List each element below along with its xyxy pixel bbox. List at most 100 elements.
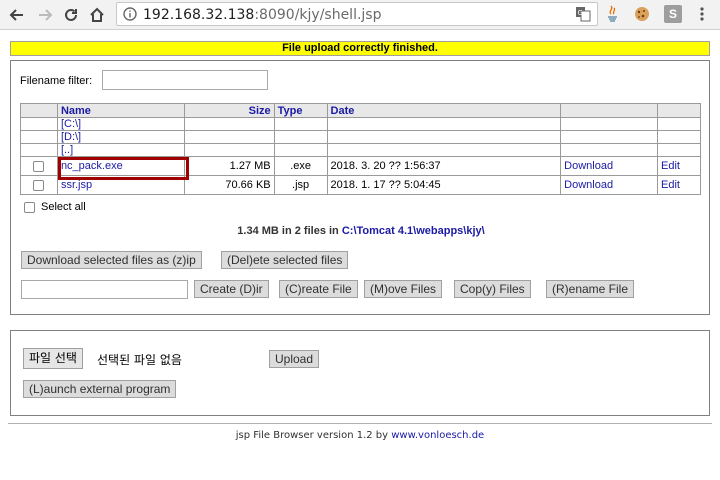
cell-file-name: nc_pack.exe bbox=[56, 156, 185, 176]
header-name-label: Name bbox=[60, 104, 91, 117]
table-header: Name Size Type Date bbox=[20, 103, 701, 118]
arrow-right-icon bbox=[39, 9, 53, 21]
cell-file-date: 2018. 3. 20 ?? 1:56:37 bbox=[326, 156, 562, 176]
home-button[interactable] bbox=[86, 4, 108, 26]
header-checkbox-col bbox=[20, 103, 58, 118]
table-row-dir: [C:\] bbox=[20, 117, 701, 131]
cell-empty bbox=[326, 143, 562, 157]
forward-button[interactable] bbox=[34, 4, 56, 26]
dir-link-d[interactable]: [D:\] bbox=[61, 131, 81, 143]
cell-empty bbox=[273, 117, 328, 131]
status-banner: File upload correctly finished. bbox=[10, 41, 710, 56]
cell-empty bbox=[560, 130, 659, 144]
upload-panel: 파일 선택 선택된 파일 없음 Upload (L)aunch external… bbox=[10, 330, 710, 416]
cell-empty bbox=[183, 143, 275, 157]
cell-download: Download bbox=[560, 156, 659, 176]
summary-path: C:\Tomcat 4.1\webapps\kjy\ bbox=[341, 225, 485, 237]
copy-files-button[interactable]: Cop(y) Files bbox=[454, 280, 531, 298]
table-row-file: ssr.jsp 70.66 KB .jsp 2018. 1. 17 ?? 5:0… bbox=[20, 175, 701, 195]
header-type[interactable]: Type bbox=[273, 103, 328, 118]
cell-file-type: .exe bbox=[273, 156, 328, 176]
s-extension-icon[interactable]: S bbox=[664, 5, 682, 23]
reload-button[interactable] bbox=[60, 4, 82, 26]
back-button[interactable] bbox=[6, 4, 28, 26]
header-edit-col bbox=[657, 103, 701, 118]
dir-link-parent[interactable]: [..] bbox=[61, 144, 73, 156]
header-type-label: Type bbox=[277, 104, 303, 117]
delete-files-button[interactable]: (Del)ete selected files bbox=[221, 251, 349, 269]
svg-text:G: G bbox=[578, 9, 583, 17]
upload-button[interactable]: Upload bbox=[269, 350, 320, 368]
cell-file-size: 1.27 MB bbox=[183, 156, 275, 176]
filename-filter-input[interactable] bbox=[102, 70, 268, 90]
url-host: 192.168.32.138 bbox=[143, 7, 255, 23]
move-files-button[interactable]: (M)ove Files bbox=[364, 280, 443, 298]
menu-icon[interactable] bbox=[693, 5, 711, 23]
footer: jsp File Browser version 1.2 by www.vonl… bbox=[0, 430, 720, 441]
download-zip-button[interactable]: Download selected files as (z)ip bbox=[21, 251, 202, 269]
cell-dir-name: [..] bbox=[56, 143, 185, 157]
cell-empty bbox=[20, 130, 58, 144]
header-date[interactable]: Date bbox=[326, 103, 562, 118]
cell-checkbox bbox=[20, 175, 58, 195]
cell-file-date: 2018. 1. 17 ?? 5:04:45 bbox=[326, 175, 562, 195]
cell-empty bbox=[20, 143, 58, 157]
file-checkbox[interactable] bbox=[33, 160, 45, 172]
reload-icon bbox=[65, 8, 77, 21]
url-path: :8090/kjy/shell.jsp bbox=[254, 7, 382, 23]
url-text: 192.168.32.138:8090/kjy/shell.jsp bbox=[143, 7, 382, 23]
footer-text: jsp File Browser version 1.2 by bbox=[235, 430, 392, 441]
file-checkbox[interactable] bbox=[33, 179, 45, 191]
info-icon bbox=[123, 7, 137, 21]
choose-file-button[interactable]: 파일 선택 bbox=[23, 348, 83, 369]
download-link[interactable]: Download bbox=[564, 179, 613, 191]
header-name[interactable]: Name bbox=[56, 103, 185, 118]
cookie-extension-icon[interactable] bbox=[633, 5, 651, 23]
select-all[interactable]: Select all bbox=[24, 201, 86, 213]
header-download-col bbox=[560, 103, 659, 118]
cell-empty bbox=[183, 117, 275, 131]
address-bar[interactable]: 192.168.32.138:8090/kjy/shell.jsp G bbox=[116, 2, 598, 26]
file-table: Name Size Type Date [C:\] [D:\] [..] nc_… bbox=[20, 103, 701, 195]
cell-empty bbox=[273, 130, 328, 144]
cell-checkbox bbox=[20, 156, 58, 176]
cell-empty bbox=[657, 117, 701, 131]
edit-link[interactable]: Edit bbox=[661, 179, 680, 191]
select-all-label: Select all bbox=[41, 201, 86, 213]
edit-link[interactable]: Edit bbox=[661, 160, 680, 172]
cell-edit: Edit bbox=[657, 175, 701, 195]
header-size[interactable]: Size bbox=[183, 103, 275, 118]
cell-empty bbox=[183, 130, 275, 144]
filter-label: Filename filter: bbox=[20, 75, 93, 87]
file-browser-panel: Filename filter: Name Size Type Date [C:… bbox=[10, 60, 710, 315]
filename-input[interactable] bbox=[21, 280, 188, 299]
cell-empty bbox=[657, 130, 701, 144]
cell-edit: Edit bbox=[657, 156, 701, 176]
create-dir-button[interactable]: Create (D)ir bbox=[194, 280, 269, 298]
header-size-label: Size bbox=[248, 104, 271, 117]
cell-download: Download bbox=[560, 175, 659, 195]
table-row-dir: [D:\] bbox=[20, 130, 701, 144]
cell-empty bbox=[326, 130, 562, 144]
browser-toolbar: 192.168.32.138:8090/kjy/shell.jsp G S bbox=[0, 0, 720, 30]
download-link[interactable]: Download bbox=[564, 160, 613, 172]
cell-dir-name: [D:\] bbox=[56, 130, 185, 144]
launch-program-button[interactable]: (L)aunch external program bbox=[23, 380, 177, 398]
java-extension-icon[interactable] bbox=[604, 5, 622, 23]
file-link[interactable]: ssr.jsp bbox=[61, 179, 92, 191]
header-date-label: Date bbox=[330, 104, 355, 117]
translate-icon[interactable]: G bbox=[575, 6, 591, 22]
cell-dir-name: [C:\] bbox=[56, 117, 185, 131]
file-link[interactable]: nc_pack.exe bbox=[61, 160, 123, 172]
create-file-button[interactable]: (C)reate File bbox=[279, 280, 358, 298]
cell-file-name: ssr.jsp bbox=[56, 175, 185, 195]
table-row-file: nc_pack.exe 1.27 MB .exe 2018. 3. 20 ?? … bbox=[20, 156, 701, 176]
select-all-checkbox[interactable] bbox=[24, 201, 35, 213]
no-file-label: 선택된 파일 없음 bbox=[97, 353, 182, 367]
rename-file-button[interactable]: (R)ename File bbox=[546, 280, 635, 298]
cell-empty bbox=[273, 143, 328, 157]
dir-link-c[interactable]: [C:\] bbox=[61, 118, 81, 130]
cell-empty bbox=[560, 143, 659, 157]
footer-link[interactable]: www.vonloesch.de bbox=[391, 430, 484, 441]
directory-summary: 1.34 MB in 2 files in C:\Tomcat 4.1\weba… bbox=[11, 225, 711, 237]
